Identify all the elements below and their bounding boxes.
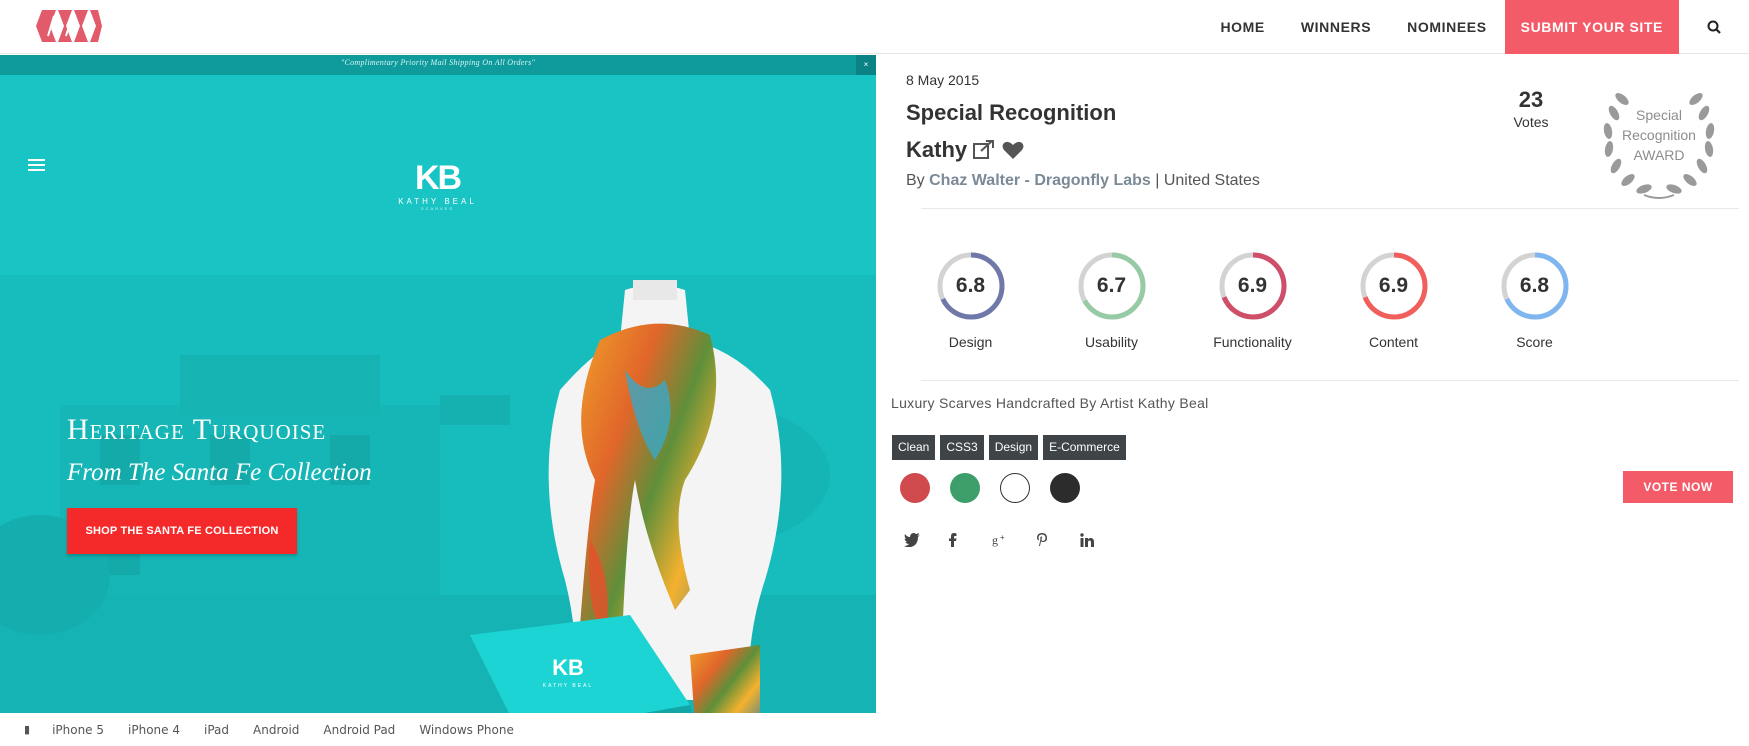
nav-home[interactable]: HOME — [1202, 0, 1282, 54]
color-swatch[interactable] — [1000, 473, 1030, 503]
score-value: 6.7 — [1096, 274, 1127, 297]
votes-count: 23 — [1518, 87, 1544, 112]
site-description: Luxury Scarves Handcrafted By Artist Kat… — [891, 395, 1209, 411]
shipping-banner: "Complimentary Priority Mail Shipping On… — [0, 55, 876, 75]
award-title: Special Recognition — [906, 100, 1117, 125]
svg-text:+: + — [1000, 533, 1005, 542]
color-swatch[interactable] — [1050, 473, 1080, 503]
award-badge-line1: Special — [1636, 107, 1682, 123]
score-content: 6.9 Content — [1323, 250, 1464, 350]
score-ring: 6.9 — [1358, 250, 1430, 322]
site-title: Kathy — [906, 137, 1025, 163]
svg-text:g: g — [992, 533, 998, 547]
brand-sub: SCARVES — [420, 206, 455, 211]
search-button[interactable] — [1679, 0, 1749, 54]
score-functionality: 6.9 Functionality — [1182, 250, 1323, 350]
device-icon[interactable]: ▮ — [24, 723, 30, 736]
kathy-beal-logo: KB KATHY BEAL SCARVES — [385, 160, 490, 211]
social-share: g + — [904, 530, 1124, 550]
device-iphone4[interactable]: iPhone 4 — [128, 723, 180, 737]
tag-design[interactable]: Design — [988, 435, 1039, 460]
divider — [921, 208, 1739, 209]
brand-mark: KB — [414, 159, 462, 197]
byline: By Chaz Walter - Dragonfly Labs | United… — [906, 172, 1260, 190]
vote-now-button[interactable]: VOTE NOW — [1623, 471, 1733, 503]
linkedin-icon[interactable] — [1080, 530, 1124, 550]
device-iphone5[interactable]: iPhone 5 — [52, 723, 104, 737]
site-screenshot[interactable]: "Complimentary Priority Mail Shipping On… — [0, 55, 876, 713]
device-android[interactable]: Android — [253, 723, 299, 737]
score-value: 6.9 — [1237, 274, 1268, 297]
nav-nominees[interactable]: NOMINEES — [1389, 0, 1504, 54]
search-icon — [1707, 20, 1721, 34]
award-badge-text: Special Recognition AWARD — [1594, 105, 1724, 165]
tag-css3[interactable]: CSS3 — [940, 435, 984, 460]
country: United States — [1163, 172, 1260, 189]
divider — [921, 380, 1739, 381]
votes-label: Votes — [1513, 114, 1549, 130]
hero-title: Heritage Turquoise — [67, 413, 327, 446]
pinterest-icon[interactable] — [1036, 530, 1080, 550]
score-design: 6.8 Design — [900, 250, 1041, 350]
score-ring: 6.7 — [1076, 250, 1148, 322]
site-details-panel: 8 May 2015 Special Recognition Kathy By … — [876, 55, 1749, 746]
box-brand-name: KATHY BEAL — [543, 683, 593, 689]
google-plus-icon[interactable]: g + — [992, 530, 1036, 550]
votes-counter: 23 Votes — [1496, 87, 1566, 130]
gift-box-image: KB KATHY BEAL — [470, 615, 760, 713]
box-brand-mark: KB — [552, 655, 584, 680]
score-label: Usability — [1085, 334, 1138, 350]
close-icon: × — [856, 55, 876, 75]
score-ring: 6.8 — [1499, 250, 1571, 322]
award-badge-line2: Recognition — [1622, 127, 1696, 143]
color-swatches — [900, 473, 1100, 503]
brand-name: KATHY BEAL — [398, 197, 477, 206]
heart-icon[interactable] — [1001, 139, 1025, 161]
twitter-icon[interactable] — [904, 530, 948, 550]
device-ipad[interactable]: iPad — [204, 723, 229, 737]
score-label: Functionality — [1213, 334, 1292, 350]
award-badge-line3: AWARD — [1633, 147, 1685, 163]
score-value: 6.8 — [955, 274, 986, 297]
score-ring: 6.9 — [1217, 250, 1289, 322]
shop-collection-button: SHOP THE SANTA FE COLLECTION — [67, 508, 297, 554]
site-logo[interactable] — [34, 6, 104, 46]
score-list: 6.8 Design 6.7 Usability 6.9 Functionality 6.9… — [900, 250, 1605, 350]
color-swatch[interactable] — [950, 473, 980, 503]
color-swatch[interactable] — [900, 473, 930, 503]
score-usability: 6.7 Usability — [1041, 250, 1182, 350]
submit-site-button[interactable]: SUBMIT YOUR SITE — [1504, 0, 1679, 54]
device-android-pad[interactable]: Android Pad — [323, 723, 395, 737]
external-link-icon[interactable] — [972, 139, 996, 161]
score-score: 6.8 Score — [1464, 250, 1605, 350]
tag-list: Clean CSS3 Design E-Commerce — [892, 435, 1131, 460]
author-link[interactable]: Chaz Walter - Dragonfly Labs — [929, 172, 1151, 189]
score-label: Score — [1516, 334, 1553, 350]
menu-icon — [28, 159, 45, 174]
main-nav: HOME WINNERS NOMINEES SUBMIT YOUR SITE — [1202, 0, 1749, 54]
shipping-text: "Complimentary Priority Mail Shipping On… — [340, 58, 536, 67]
tag-ecommerce[interactable]: E-Commerce — [1043, 435, 1126, 460]
score-label: Content — [1368, 334, 1419, 350]
tag-clean[interactable]: Clean — [892, 435, 936, 460]
by-label: By — [906, 172, 925, 189]
country-separator: | — [1155, 172, 1160, 189]
award-date: 8 May 2015 — [906, 72, 980, 88]
facebook-icon[interactable] — [948, 530, 992, 550]
score-ring: 6.8 — [935, 250, 1007, 322]
site-name: Kathy — [906, 137, 968, 162]
device-preview-bar: ▮ iPhone 5 iPhone 4 iPad Android Android… — [0, 713, 876, 746]
top-nav: HOME WINNERS NOMINEES SUBMIT YOUR SITE — [0, 0, 1749, 54]
nav-winners[interactable]: WINNERS — [1283, 0, 1389, 54]
score-value: 6.8 — [1519, 274, 1550, 297]
hero-subtitle: From The Santa Fe Collection — [67, 459, 372, 486]
score-value: 6.9 — [1378, 274, 1409, 297]
score-label: Design — [948, 334, 993, 350]
device-windows-phone[interactable]: Windows Phone — [419, 723, 514, 737]
